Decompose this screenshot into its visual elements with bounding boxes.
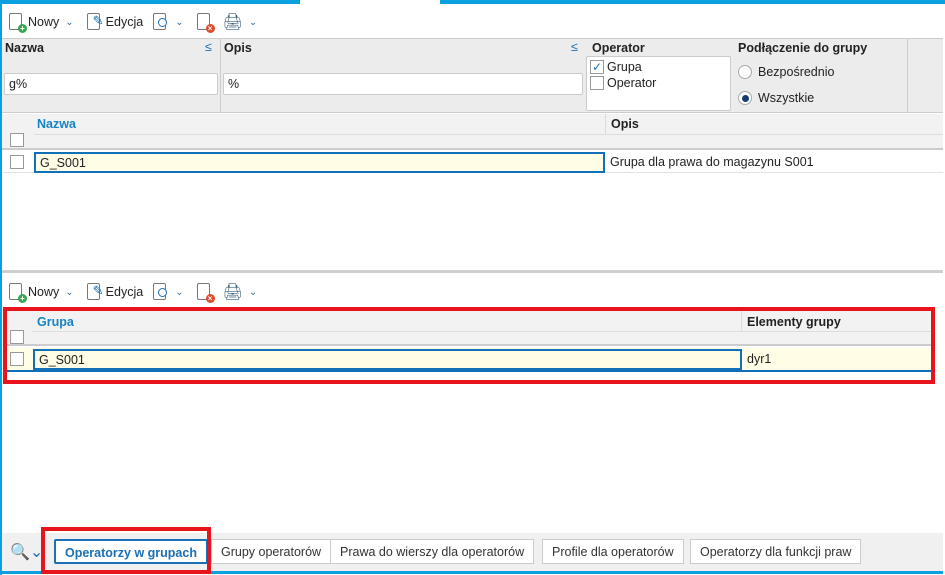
radio-wszystkie[interactable]: Wszystkie	[738, 91, 814, 105]
filter-opis-label: Opis	[224, 41, 252, 55]
cell-nazwa[interactable]: G_S001	[34, 152, 605, 173]
delete-button[interactable]: ×	[194, 13, 216, 33]
select-all-checkbox[interactable]	[10, 133, 24, 147]
highlight-box	[3, 307, 935, 384]
view-search-icon[interactable]: 🔍⌄	[10, 542, 43, 562]
new-button[interactable]: + Nowy ⌄	[6, 13, 80, 33]
new-label: Nowy	[28, 285, 60, 299]
chevron-down-icon[interactable]: ⌄	[65, 17, 73, 28]
chevron-down-icon[interactable]: ⌄	[65, 287, 73, 298]
table-row[interactable]: G_S001 Grupa dla prawa do magazynu S001	[2, 151, 943, 173]
search-document-icon	[153, 13, 169, 31]
radio-icon[interactable]	[738, 65, 752, 79]
new-document-icon: +	[9, 283, 27, 303]
new-label: Nowy	[28, 15, 60, 29]
splitter[interactable]	[2, 270, 943, 273]
edit-icon: ✎	[86, 13, 104, 31]
filter-operator-label: Operator	[592, 41, 645, 55]
chevron-down-icon[interactable]: ⌄	[175, 17, 183, 28]
filter-opis-input[interactable]: %	[223, 73, 583, 95]
preview-button[interactable]: ⌄	[150, 283, 189, 301]
operator-option-operator[interactable]: Operator	[590, 75, 727, 91]
option-label: Grupa	[607, 60, 642, 74]
print-button[interactable]: 🖨 ⌄	[220, 282, 264, 302]
tab-operatorzy-dla-funkcji-praw[interactable]: Operatorzy dla funkcji praw	[690, 539, 862, 564]
column-header-nazwa[interactable]: Nazwa	[37, 117, 76, 131]
option-label: Operator	[607, 76, 657, 90]
cell-opis[interactable]: Grupa dla prawa do magazynu S001	[610, 155, 814, 169]
highlight-box	[41, 527, 211, 574]
chevron-down-icon[interactable]: ⌄	[249, 287, 257, 298]
tab-prawa-do-wierszy[interactable]: Prawa do wierszy dla operatorów	[330, 539, 535, 564]
operator-type-list: ✓ Grupa Operator	[586, 56, 731, 111]
row-checkbox[interactable]	[10, 155, 24, 169]
grid-header: Nazwa Opis	[2, 114, 943, 150]
print-button[interactable]: 🖨 ⌄	[220, 12, 264, 32]
filter-panel: Nazwa ≤ g% Opis ≤ % Operator ✓ Grupa Oper…	[2, 38, 943, 113]
top-accent-bar	[0, 0, 300, 4]
chevron-down-icon[interactable]: ⌄	[249, 17, 257, 28]
delete-document-icon: ×	[196, 13, 215, 33]
toolbar: + Nowy ⌄ ✎ Edycja ⌄ × 🖨 ⌄	[6, 9, 263, 35]
checkbox[interactable]	[590, 76, 604, 90]
printer-icon: 🖨	[222, 14, 243, 31]
edit-button[interactable]: ✎ Edycja	[84, 283, 147, 301]
operator-option-grupa[interactable]: ✓ Grupa	[590, 59, 727, 75]
tab-profile-dla-operatorow[interactable]: Profile dla operatorów	[542, 539, 684, 564]
new-button[interactable]: + Nowy ⌄	[6, 283, 80, 303]
radio-bezposrednio[interactable]: Bezpośrednio	[738, 65, 834, 79]
edit-label: Edycja	[105, 285, 144, 299]
edit-button[interactable]: ✎ Edycja	[84, 13, 147, 31]
radio-selected-icon[interactable]	[738, 91, 752, 105]
top-accent-bar	[440, 0, 945, 4]
chevron-down-icon[interactable]: ⌄	[175, 287, 183, 298]
filter-operator-icon[interactable]: ≤	[205, 40, 212, 54]
radio-label: Bezpośrednio	[758, 65, 835, 79]
column-header-opis[interactable]: Opis	[611, 117, 639, 131]
filter-group-label: Podłączenie do grupy	[738, 41, 868, 55]
edit-label: Edycja	[105, 15, 144, 29]
printer-icon: 🖨	[222, 284, 243, 301]
radio-label: Wszystkie	[758, 91, 815, 105]
search-document-icon	[153, 283, 169, 301]
new-document-icon: +	[9, 13, 27, 33]
toolbar-2: + Nowy ⌄ ✎ Edycja ⌄ × 🖨 ⌄	[6, 279, 263, 305]
delete-document-icon: ×	[196, 283, 215, 303]
edit-icon: ✎	[86, 283, 104, 301]
tab-grupy-operatorow[interactable]: Grupy operatorów	[211, 539, 332, 564]
checkbox-checked[interactable]: ✓	[590, 60, 604, 74]
filter-nazwa-label: Nazwa	[5, 41, 44, 55]
preview-button[interactable]: ⌄	[150, 13, 189, 31]
filter-operator-icon[interactable]: ≤	[571, 40, 578, 54]
delete-button[interactable]: ×	[194, 283, 216, 303]
filter-nazwa-input[interactable]: g%	[4, 73, 218, 95]
